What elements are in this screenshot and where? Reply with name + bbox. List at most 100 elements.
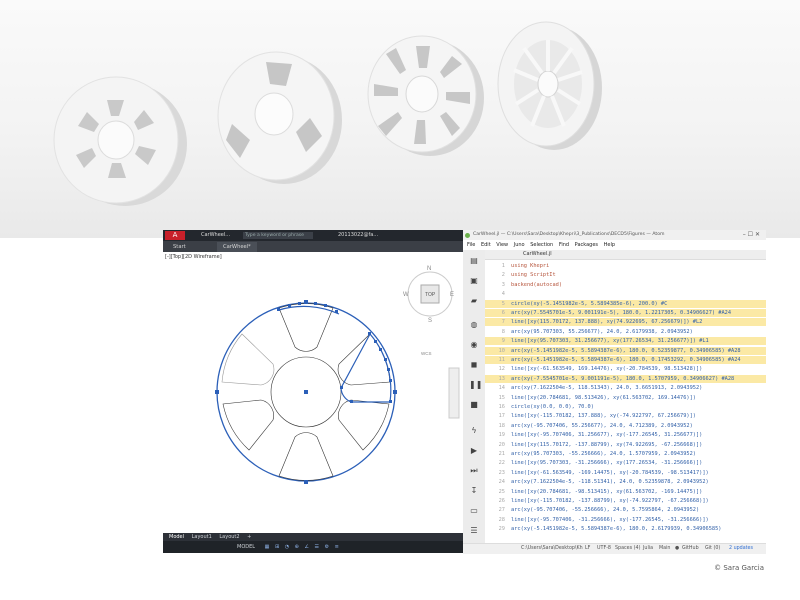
- code-text[interactable]: using Khepri: [511, 262, 549, 270]
- code-line[interactable]: 9 line([xy(95.707303, 31.256677), xy(177.…: [485, 337, 766, 346]
- code-text[interactable]: circle(xy(0.0, 0.0), 70.0): [511, 403, 594, 411]
- code-text[interactable]: arc(xy(7.1622504e-5, 118.51343), 24.0, 3…: [511, 384, 702, 392]
- code-text[interactable]: arc(xy(95.707303, -55.256666), 24.0, 1.5…: [511, 450, 696, 458]
- status-module[interactable]: Main: [659, 544, 670, 554]
- code-line[interactable]: 19 line([xy(-95.707406, 31.256677), xy(-1…: [485, 431, 766, 439]
- code-line[interactable]: 8 arc(xy(95.707303, 55.256677), 24.0, 2.6…: [485, 328, 766, 336]
- code-line[interactable]: 15 line([xy(20.784681, 98.513426), xy(61.…: [485, 394, 766, 402]
- github-icon[interactable]: ●: [675, 544, 679, 554]
- code-line[interactable]: 25 line([xy(20.784681, -98.513415), xy(61…: [485, 488, 766, 496]
- debug-icon[interactable]: ◉: [469, 340, 479, 350]
- code-line[interactable]: 23 line([xy(-61.563549, -169.14475), xy(-…: [485, 469, 766, 477]
- code-line[interactable]: 29 arc(xy(-5.1451982e-5, 5.5894387e-6), 1…: [485, 525, 766, 533]
- code-line[interactable]: 27 arc(xy(-95.707406, -55.256666), 24.0, …: [485, 506, 766, 514]
- code-text[interactable]: arc(xy(7.1622504e-5, -118.51341), 24.0, …: [511, 478, 709, 486]
- code-text[interactable]: using ScriptIt: [511, 271, 556, 279]
- code-text[interactable]: arc(xy(-7.5545701e-5, 9.001191e-5), 180.…: [511, 375, 734, 383]
- list-icon[interactable]: ☰: [469, 526, 479, 536]
- open-folder-icon[interactable]: ▰: [469, 296, 479, 306]
- code-line[interactable]: 10 arc(xy(-5.1451982e-5, 5.5894387e-6), 1…: [485, 346, 766, 355]
- layout-tab-add[interactable]: +: [247, 534, 251, 540]
- status-encoding[interactable]: UTF-8: [597, 544, 611, 554]
- menu-edit[interactable]: Edit: [481, 242, 491, 248]
- menu-help[interactable]: Help: [604, 242, 615, 248]
- status-git[interactable]: Git (0): [705, 544, 720, 554]
- autocad-logo-icon[interactable]: A: [165, 231, 185, 240]
- code-line[interactable]: 17 line([xy(-115.70182, 137.888), xy(-74.…: [485, 412, 766, 420]
- save-icon[interactable]: ▣: [469, 276, 479, 286]
- code-line[interactable]: 2 using ScriptIt: [485, 271, 766, 279]
- next-icon[interactable]: ⏭: [469, 466, 479, 476]
- code-text[interactable]: arc(xy(7.5545701e-5, 9.001191e-5), 180.0…: [511, 309, 731, 317]
- code-text[interactable]: line([xy(-95.707406, -31.256666), xy(-17…: [511, 516, 709, 524]
- menu-packages[interactable]: Packages: [575, 242, 598, 248]
- code-line[interactable]: 18 arc(xy(-95.707406, 55.256677), 24.0, 4…: [485, 422, 766, 430]
- code-line[interactable]: 21 arc(xy(95.707303, -55.256666), 24.0, 1…: [485, 450, 766, 458]
- navigation-bar[interactable]: [448, 367, 460, 419]
- new-file-icon[interactable]: ▤: [469, 256, 479, 266]
- step-icon[interactable]: ↧: [469, 486, 479, 496]
- code-text[interactable]: line([xy(-115.70182, 137.888), xy(-74.92…: [511, 412, 696, 420]
- stop-icon[interactable]: ◼: [469, 360, 479, 370]
- lightning-icon[interactable]: ϟ: [469, 426, 479, 436]
- menu-juno[interactable]: Juno: [514, 242, 525, 248]
- code-line[interactable]: 12 line([xy(-61.563549, 169.14476), xy(-2…: [485, 365, 766, 373]
- code-line[interactable]: 28 line([xy(-95.707406, -31.256666), xy(-…: [485, 516, 766, 524]
- status-line-ending[interactable]: LF: [585, 544, 590, 554]
- status-path[interactable]: C:\Users\Sara\Desktop\Kh: [521, 544, 583, 554]
- code-line[interactable]: 22 line([xy(95.707303, -31.256666), xy(17…: [485, 459, 766, 467]
- status-github[interactable]: GitHub: [682, 544, 699, 554]
- cad-user-name[interactable]: 20113022@fa...: [338, 231, 378, 240]
- layout-tab-model[interactable]: Model: [169, 534, 184, 540]
- cad-window-tab[interactable]: CarWheel...: [201, 231, 230, 240]
- layout-tab-layout2[interactable]: Layout2: [219, 534, 239, 540]
- code-line[interactable]: 13 arc(xy(-7.5545701e-5, 9.001191e-5), 18…: [485, 374, 766, 383]
- code-text[interactable]: line([xy(-61.563549, -169.14475), xy(-20…: [511, 469, 709, 477]
- code-line[interactable]: 5 circle(xy(-5.1451982e-5, 5.5894385e-6),…: [485, 299, 766, 308]
- code-text[interactable]: line([xy(115.70172, -137.88799), xy(74.9…: [511, 441, 702, 449]
- code-line[interactable]: 26 line([xy(-115.70182, -137.88799), xy(-…: [485, 497, 766, 505]
- code-text[interactable]: arc(xy(-5.1451982e-5, 5.5894387e-6), 180…: [511, 525, 721, 533]
- code-text[interactable]: line([xy(-95.707406, 31.256677), xy(-177…: [511, 431, 702, 439]
- code-text[interactable]: arc(xy(-95.707406, 55.256677), 24.0, 4.7…: [511, 422, 693, 430]
- code-line[interactable]: 4: [485, 290, 766, 298]
- menu-file[interactable]: File: [467, 242, 475, 248]
- code-line[interactable]: 14 arc(xy(7.1622504e-5, 118.51343), 24.0,…: [485, 384, 766, 392]
- tab-carwheel-jl[interactable]: CarWheel.jl: [523, 250, 552, 259]
- layout-tab-layout1[interactable]: Layout1: [192, 534, 212, 540]
- code-line[interactable]: 3 backend(autocad): [485, 281, 766, 289]
- code-text[interactable]: line([xy(95.707303, -31.256666), xy(177.…: [511, 459, 702, 467]
- status-indent[interactable]: Spaces (4): [615, 544, 640, 554]
- code-text[interactable]: arc(xy(95.707303, 55.256677), 24.0, 2.61…: [511, 328, 693, 336]
- code-text[interactable]: arc(xy(-95.707406, -55.256666), 24.0, 5.…: [511, 506, 699, 514]
- code-text[interactable]: line([xy(20.784681, 98.513426), xy(61.56…: [511, 394, 696, 402]
- run-icon[interactable]: ▶: [469, 446, 479, 456]
- window-controls[interactable]: – ☐ ✕: [743, 230, 760, 240]
- code-text[interactable]: arc(xy(-5.1451982e-5, 5.5894387e-6), 180…: [511, 356, 741, 364]
- menu-view[interactable]: View: [496, 242, 508, 248]
- code-line[interactable]: 20 line([xy(115.70172, -137.88799), xy(74…: [485, 441, 766, 449]
- square-icon[interactable]: ■: [469, 400, 479, 410]
- status-toggle-icons[interactable]: ▦ ⊞ ◔ ⊕ ∠ ☰ ⚙ ≡: [265, 544, 341, 550]
- status-updates[interactable]: 2 updates: [729, 544, 753, 554]
- code-text[interactable]: line([xy(-115.70182, -137.88799), xy(-74…: [511, 497, 709, 505]
- code-line[interactable]: 6 arc(xy(7.5545701e-5, 9.001191e-5), 180.…: [485, 309, 766, 317]
- code-text[interactable]: line([xy(20.784681, -98.513415), xy(61.5…: [511, 488, 702, 496]
- code-text[interactable]: line([xy(115.70172, 137.888), xy(74.9226…: [511, 318, 702, 326]
- code-text[interactable]: arc(xy(-5.1451982e-5, 5.5894387e-6), 180…: [511, 347, 741, 355]
- code-editor[interactable]: 1 using Khepri 2 using ScriptIt 3 backend(aut…: [485, 260, 766, 543]
- cad-drawing-canvas[interactable]: TOP N S E W WCS: [163, 252, 463, 540]
- code-line[interactable]: 24 arc(xy(7.1622504e-5, -118.51341), 24.0…: [485, 478, 766, 486]
- menu-selection[interactable]: Selection: [530, 242, 553, 248]
- status-model[interactable]: MODEL: [237, 544, 255, 550]
- code-line[interactable]: 11 arc(xy(-5.1451982e-5, 5.5894387e-6), 1…: [485, 356, 766, 364]
- grip-points[interactable]: [215, 300, 397, 484]
- code-line[interactable]: 7 line([xy(115.70172, 137.888), xy(74.922…: [485, 318, 766, 327]
- code-text[interactable]: circle(xy(-5.1451982e-5, 5.5894385e-6), …: [511, 300, 667, 308]
- code-line[interactable]: 16 circle(xy(0.0, 0.0), 70.0): [485, 403, 766, 411]
- code-text[interactable]: line([xy(95.707303, 31.256677), xy(177.2…: [511, 337, 709, 345]
- cad-tab-start[interactable]: Start: [167, 242, 192, 252]
- cad-tab-carwheel[interactable]: CarWheel*: [217, 242, 257, 252]
- menu-find[interactable]: Find: [559, 242, 569, 248]
- status-language[interactable]: Julia: [643, 544, 653, 554]
